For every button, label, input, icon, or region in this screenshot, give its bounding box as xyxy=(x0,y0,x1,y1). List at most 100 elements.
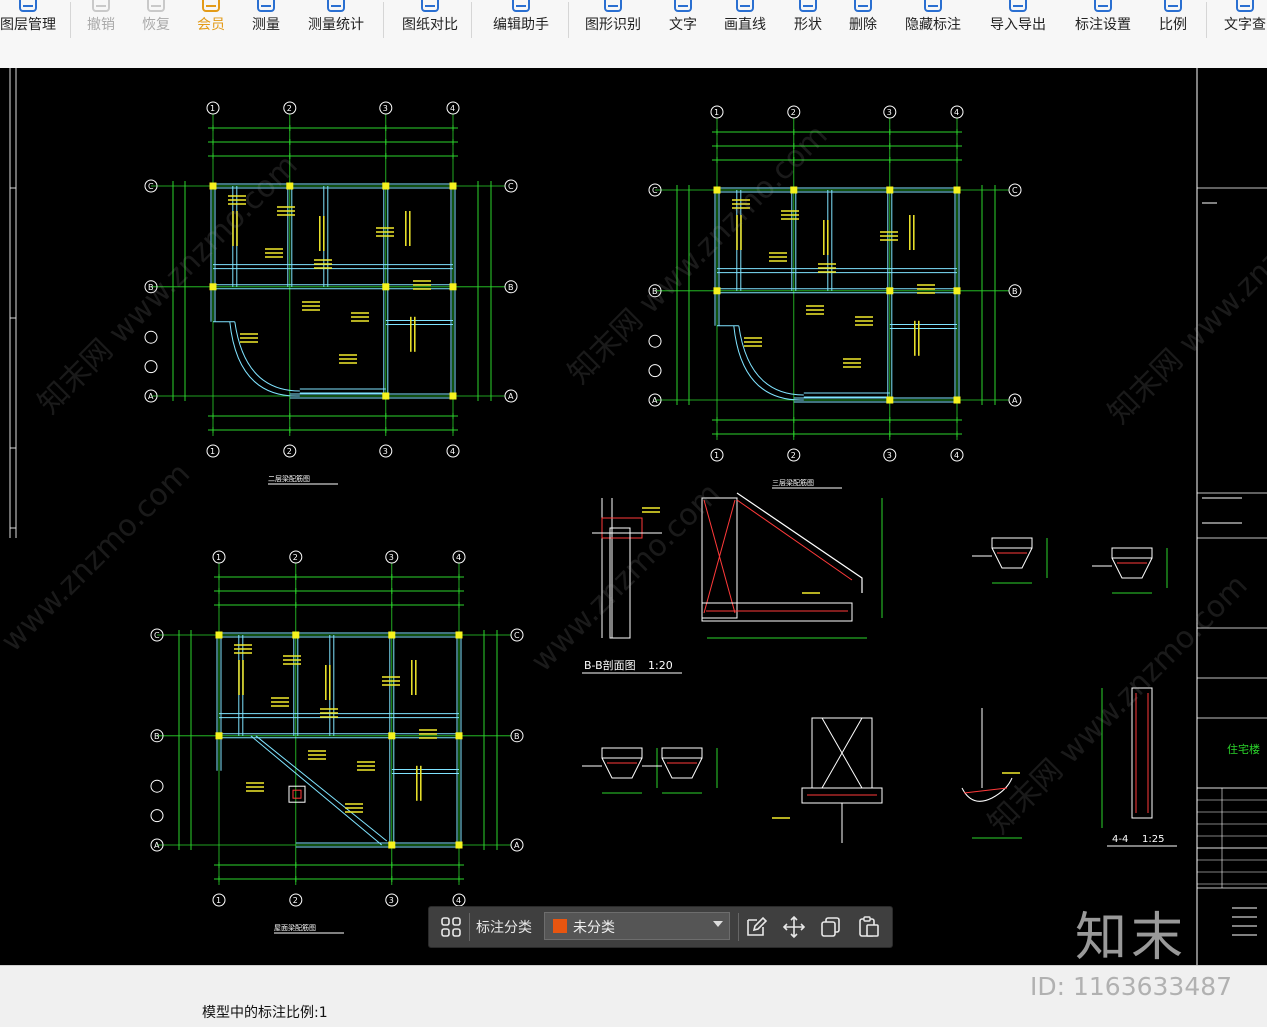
column xyxy=(209,283,217,291)
detail-part xyxy=(661,747,703,759)
diagonal-beam xyxy=(250,735,383,846)
toolbar-button-13[interactable]: 删除 xyxy=(843,0,883,44)
undo-icon xyxy=(90,0,112,14)
detail-part xyxy=(601,747,643,759)
column xyxy=(449,182,457,190)
toolbar-button-11[interactable]: 画直线 xyxy=(718,0,773,44)
annotation-category-label: 标注分类 xyxy=(476,920,532,936)
toolbar-button-16[interactable]: 标注设置 xyxy=(1068,0,1138,44)
drawing-canvas[interactable]: 1 1 2 2 3 3 4 4 C C B B A A 二层梁配筋图 1 1 2 2 3 3 4 4 C C B B A A 三层梁配筋图… xyxy=(22,68,1267,965)
project-name: 住宅楼 xyxy=(1227,742,1260,756)
edit-annotation-icon[interactable] xyxy=(742,913,770,941)
vip-icon xyxy=(200,0,222,14)
axis-label: C xyxy=(154,631,160,640)
column xyxy=(209,182,217,190)
axis-label: A xyxy=(1012,396,1018,405)
axis-label: 1 xyxy=(210,104,215,113)
detail-part xyxy=(991,547,1033,569)
toolbar-button-7[interactable]: 图纸对比 xyxy=(395,0,465,44)
toolbar-button-1[interactable]: 图层管理 xyxy=(0,0,63,44)
column xyxy=(455,732,463,740)
plan-title: 二层梁配筋图 xyxy=(268,474,310,483)
toolbar-button-17[interactable]: 比例 xyxy=(1153,0,1193,44)
annotation-category-select[interactable]: 未分类 xyxy=(544,912,730,940)
brand-watermark: 知末 xyxy=(1075,908,1188,968)
shape-recognize-icon xyxy=(602,0,624,14)
cad-drawing[interactable]: 1 1 2 2 3 3 4 4 C C B B A A 二层梁配筋图 1 1 2 2 3 3 4 4 C C B B A A 三层梁配筋图… xyxy=(22,68,1267,965)
axis-label: A xyxy=(652,396,658,405)
column xyxy=(292,631,300,639)
grid-menu-icon[interactable] xyxy=(437,913,465,941)
toolbar-button-2: 撤销 xyxy=(81,0,121,44)
text-icon xyxy=(672,0,694,14)
toolbar-label: 图纸对比 xyxy=(402,17,458,33)
section-title: 4-4 xyxy=(1112,834,1128,845)
toolbar-label: 形状 xyxy=(794,17,822,33)
column xyxy=(388,841,396,849)
redo-icon xyxy=(145,0,167,14)
column xyxy=(886,396,894,404)
annotation-toolbar: 标注分类 未分类 xyxy=(428,906,893,948)
toolbar-label: 文字查 xyxy=(1224,17,1266,33)
annotation-settings-icon xyxy=(1092,0,1114,14)
id-watermark: ID: 1163633487 xyxy=(1030,972,1233,1001)
axis-label: 2 xyxy=(791,451,796,460)
toolbar-label: 测量统计 xyxy=(308,17,364,33)
toolbar: 图层管理 撤销 恢复 会员 测量 测量统计 图纸对比 编辑助手 图形识别 文字 画直线 形状 删除 隐藏标… xyxy=(0,0,1267,69)
toolbar-button-10[interactable]: 文字 xyxy=(663,0,703,44)
toolbar-button-4[interactable]: 会员 xyxy=(191,0,231,44)
axis-label: B xyxy=(154,732,160,741)
axis-label: A xyxy=(508,392,514,401)
edit-assistant-icon xyxy=(510,0,532,14)
column xyxy=(215,732,223,740)
toolbar-label: 测量 xyxy=(252,17,280,33)
axis-label: 3 xyxy=(389,896,394,905)
toolbar-label: 会员 xyxy=(197,17,225,33)
axis-bubble xyxy=(150,779,164,793)
left-rail xyxy=(0,68,22,965)
toolbar-label: 比例 xyxy=(1159,17,1187,33)
toolbar-separator xyxy=(471,2,472,38)
scale-icon xyxy=(1162,0,1184,14)
toolbar-label: 恢复 xyxy=(142,17,170,33)
axis-bubble xyxy=(144,330,158,344)
left-rail-lines xyxy=(9,68,17,538)
toolbar-button-14[interactable]: 隐藏标注 xyxy=(898,0,968,44)
toolbar-separator xyxy=(70,2,71,38)
axis-label: 4 xyxy=(456,896,461,905)
toolbar-button-18[interactable]: 文字查 xyxy=(1215,0,1267,44)
toolbar-label: 撤销 xyxy=(87,17,115,33)
axis-label: 2 xyxy=(293,896,298,905)
axis-label: 3 xyxy=(389,553,394,562)
toolbar-button-9[interactable]: 图形识别 xyxy=(578,0,648,44)
toolbar-button-8[interactable]: 编辑助手 xyxy=(486,0,556,44)
toolbar-button-12[interactable]: 形状 xyxy=(788,0,828,44)
axis-bubble xyxy=(144,360,158,374)
section-scale: 1:20 xyxy=(648,659,673,672)
toolbar-separator xyxy=(1206,2,1207,38)
plan-title: 三层梁配筋图 xyxy=(772,478,814,487)
column xyxy=(713,186,721,194)
paste-icon[interactable] xyxy=(855,913,883,941)
category-selected-value: 未分类 xyxy=(573,920,615,936)
axis-label: A xyxy=(148,392,154,401)
axis-label: 3 xyxy=(887,451,892,460)
column xyxy=(215,631,223,639)
line-icon xyxy=(734,0,756,14)
column xyxy=(953,287,961,295)
divider xyxy=(738,913,739,941)
column xyxy=(449,392,457,400)
column xyxy=(455,631,463,639)
ruler-icon xyxy=(255,0,277,14)
toolbar-button-5[interactable]: 测量 xyxy=(246,0,286,44)
axis-label: 4 xyxy=(450,447,455,456)
move-icon[interactable] xyxy=(780,913,808,941)
axis-label: 3 xyxy=(383,104,388,113)
axis-label: 4 xyxy=(954,108,959,117)
copy-icon[interactable] xyxy=(817,913,845,941)
toolbar-button-15[interactable]: 导入导出 xyxy=(983,0,1053,44)
axis-label: 4 xyxy=(954,451,959,460)
category-color-swatch xyxy=(553,919,567,933)
detail-part xyxy=(1111,547,1153,559)
toolbar-button-6[interactable]: 测量统计 xyxy=(301,0,371,44)
